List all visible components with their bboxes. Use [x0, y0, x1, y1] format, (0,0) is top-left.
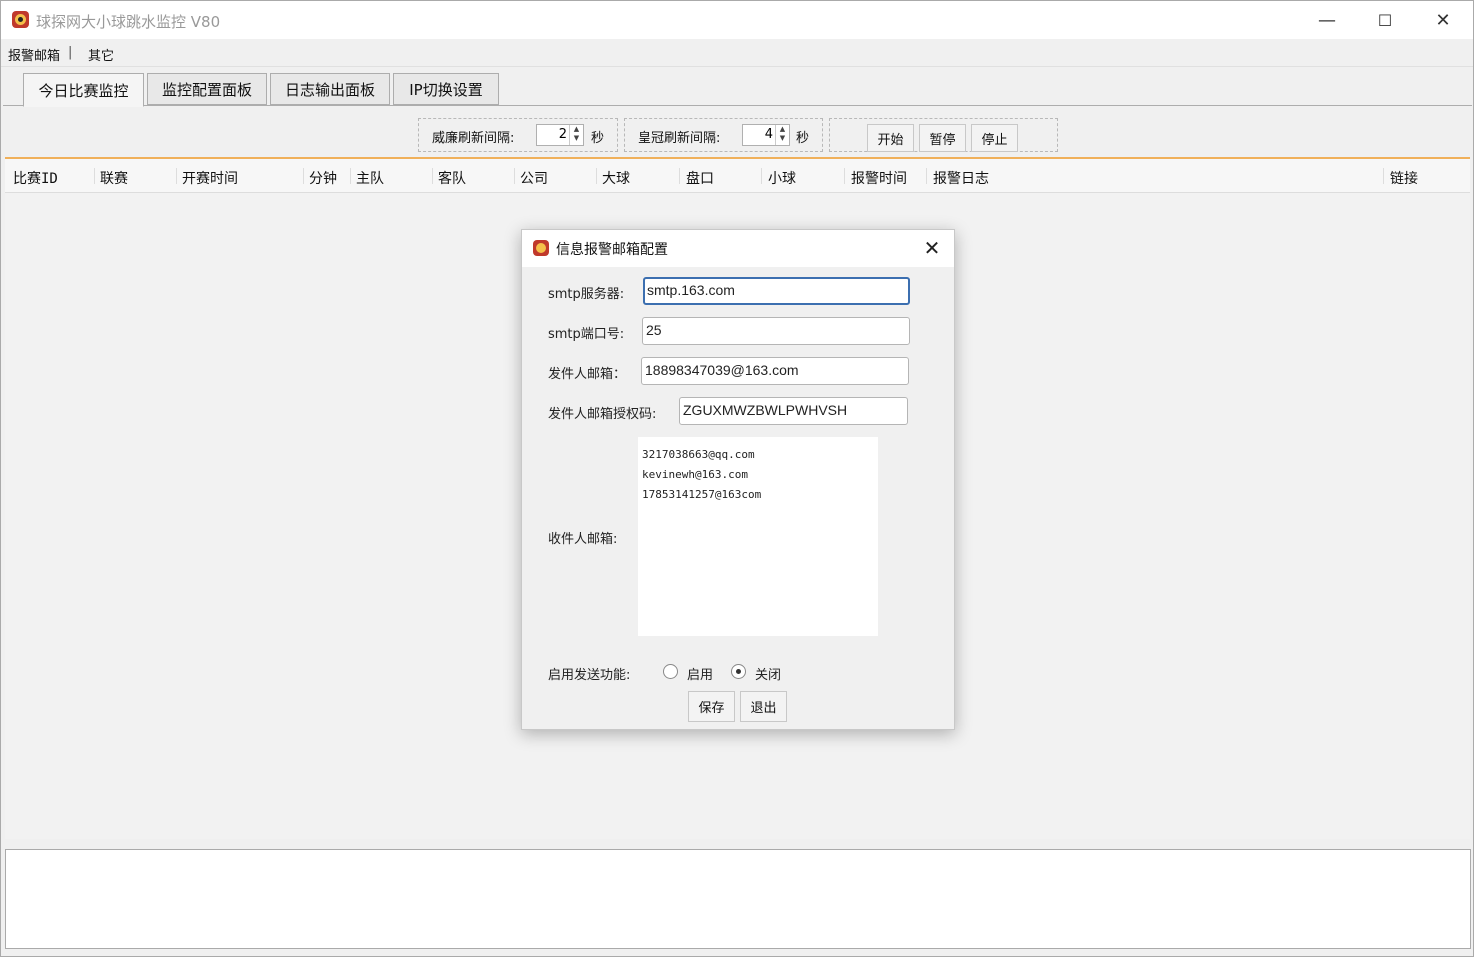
email-config-dialog: 信息报警邮箱配置 ✕ smtp服务器: smtp.163.com smtp端口号…: [521, 229, 955, 730]
col-link[interactable]: 链接: [1390, 168, 1418, 188]
recipients-textarea[interactable]: 3217038663@qq.com kevinewh@163.com 17853…: [638, 437, 878, 636]
minimize-button[interactable]: —: [1298, 1, 1356, 39]
col-league[interactable]: 联赛: [100, 168, 128, 188]
action-group: 开始 暂停 停止: [829, 118, 1058, 152]
tab-divider: [3, 105, 1472, 106]
huangguan-refresh-group: 皇冠刷新间隔: 4 ▲ ▼ 秒: [624, 118, 823, 152]
tab-today-matches[interactable]: 今日比赛监控: [23, 73, 144, 107]
smtp-port-label: smtp端口号:: [548, 327, 625, 342]
menu-bar: 报警邮箱 | 其它: [1, 39, 1473, 67]
smtp-server-input[interactable]: smtp.163.com: [643, 277, 910, 305]
col-company[interactable]: 公司: [520, 168, 548, 188]
huangguan-refresh-label: 皇冠刷新间隔:: [638, 131, 721, 146]
stepper-arrows-icon[interactable]: ▲ ▼: [569, 125, 583, 145]
pause-button[interactable]: 暂停: [919, 124, 966, 152]
recipient-line: 17853141257@163com: [642, 488, 762, 501]
weilian-refresh-value: 2: [558, 127, 567, 142]
col-handicap[interactable]: 盘口: [686, 168, 714, 188]
col-minute[interactable]: 分钟: [309, 168, 337, 188]
auth-code-input[interactable]: ZGUXMWZBWLPWHVSH: [679, 397, 908, 425]
recipients-label: 收件人邮箱:: [548, 532, 618, 547]
app-logo-icon: [533, 240, 549, 256]
smtp-server-label: smtp服务器:: [548, 287, 625, 302]
tab-ip-switch[interactable]: IP切换设置: [393, 73, 499, 105]
main-window: 球探网大小球跳水监控 V80 — ☐ ✕ 报警邮箱 | 其它 今日比赛监控 监控…: [0, 0, 1474, 957]
table-header: 比赛ID 联赛 开赛时间 分钟 主队 客队 公司 大球 盘口 小球 报警时间 报…: [5, 159, 1470, 193]
menu-separator: |: [68, 45, 73, 60]
enable-off-radio[interactable]: [731, 664, 746, 679]
tab-monitor-config[interactable]: 监控配置面板: [147, 73, 267, 105]
col-under[interactable]: 小球: [768, 168, 796, 188]
smtp-port-input[interactable]: 25: [642, 317, 910, 345]
tab-log-output[interactable]: 日志输出面板: [270, 73, 390, 105]
col-alarm-log[interactable]: 报警日志: [933, 168, 989, 188]
stepper-arrows-icon[interactable]: ▲ ▼: [775, 125, 789, 145]
huangguan-unit: 秒: [796, 131, 810, 146]
sender-email-label: 发件人邮箱：: [548, 367, 627, 382]
log-output-box[interactable]: [5, 849, 1471, 949]
enable-on-label[interactable]: 启用: [687, 664, 713, 683]
menu-alarm-email[interactable]: 报警邮箱: [8, 45, 60, 64]
enable-send-label: 启用发送功能:: [548, 668, 631, 683]
col-home-team[interactable]: 主队: [356, 168, 384, 188]
huangguan-refresh-value: 4: [764, 127, 773, 142]
huangguan-refresh-stepper[interactable]: 4 ▲ ▼: [742, 124, 790, 146]
save-button[interactable]: 保存: [688, 691, 735, 722]
col-match-id[interactable]: 比赛ID: [13, 168, 58, 188]
recipient-line: kevinewh@163.com: [642, 468, 748, 481]
col-over[interactable]: 大球: [602, 168, 630, 188]
weilian-unit: 秒: [591, 131, 605, 146]
start-button[interactable]: 开始: [867, 124, 914, 152]
stop-button[interactable]: 停止: [971, 124, 1018, 152]
title-bar: 球探网大小球跳水监控 V80 — ☐ ✕: [1, 1, 1473, 39]
weilian-refresh-group: 威廉刷新间隔: 2 ▲ ▼ 秒: [418, 118, 618, 152]
window-title: 球探网大小球跳水监控 V80: [36, 13, 221, 31]
weilian-refresh-label: 威廉刷新间隔:: [432, 131, 515, 146]
col-away-team[interactable]: 客队: [438, 168, 466, 188]
weilian-refresh-stepper[interactable]: 2 ▲ ▼: [536, 124, 584, 146]
dialog-title: 信息报警邮箱配置: [556, 242, 668, 258]
menu-other[interactable]: 其它: [88, 45, 114, 64]
exit-button[interactable]: 退出: [740, 691, 787, 722]
col-alarm-time[interactable]: 报警时间: [851, 168, 907, 188]
sender-email-input[interactable]: 18898347039@163.com: [641, 357, 909, 385]
maximize-button[interactable]: ☐: [1356, 1, 1414, 39]
enable-off-label[interactable]: 关闭: [755, 664, 781, 683]
app-logo-icon: [12, 11, 29, 28]
dialog-close-icon[interactable]: ✕: [920, 236, 944, 260]
enable-on-radio[interactable]: [663, 664, 678, 679]
recipient-line: 3217038663@qq.com: [642, 448, 755, 461]
col-start-time[interactable]: 开赛时间: [182, 168, 238, 188]
auth-code-label: 发件人邮箱授权码:: [548, 407, 657, 422]
close-button[interactable]: ✕: [1414, 1, 1472, 39]
dialog-title-bar: 信息报警邮箱配置 ✕: [522, 230, 954, 267]
